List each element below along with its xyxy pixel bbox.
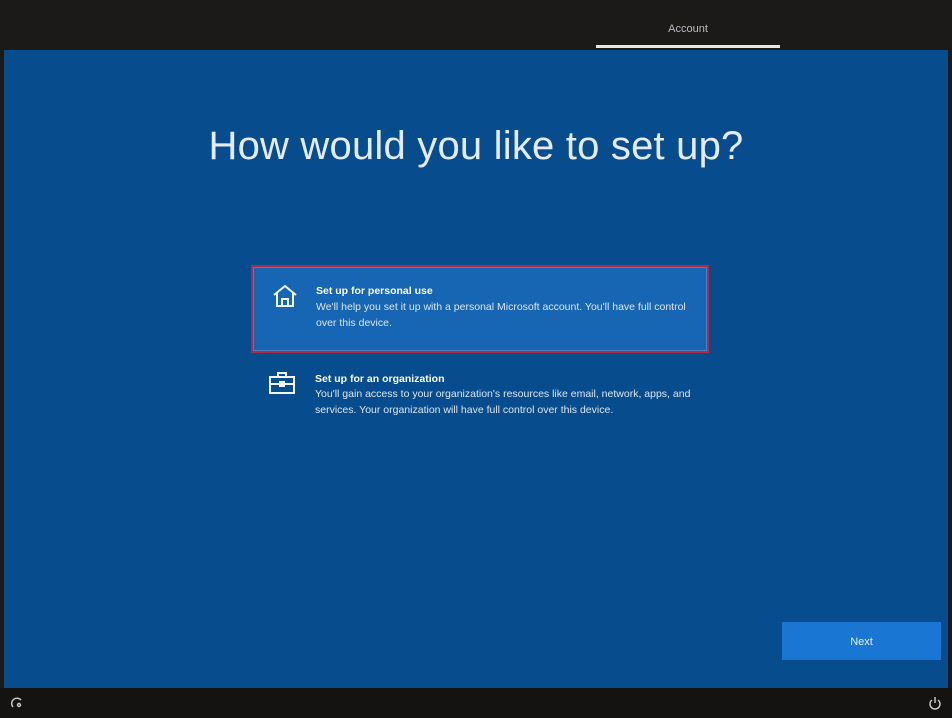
option-personal-description: We'll help you set it up with a personal… — [316, 301, 686, 329]
option-personal-title: Set up for personal use — [316, 285, 433, 297]
power-icon[interactable] — [928, 696, 942, 710]
next-button[interactable]: Next — [782, 622, 941, 660]
page-title: How would you like to set up? — [208, 124, 744, 168]
ease-of-access-icon[interactable] — [10, 696, 24, 710]
bottom-bar — [0, 688, 952, 718]
briefcase-icon — [268, 370, 296, 396]
option-organization-description: You'll gain access to your organization'… — [315, 388, 691, 416]
option-organization[interactable]: Set up for an organization You'll gain a… — [258, 364, 708, 450]
tab-active-underline — [596, 45, 780, 48]
top-bar: Account — [0, 0, 952, 48]
tab-account-label: Account — [668, 23, 708, 35]
home-icon — [271, 283, 299, 309]
tab-account: Account — [594, 14, 782, 48]
option-personal-use[interactable]: Set up for personal use We'll help you s… — [251, 265, 709, 353]
option-organization-title: Set up for an organization — [315, 373, 445, 385]
